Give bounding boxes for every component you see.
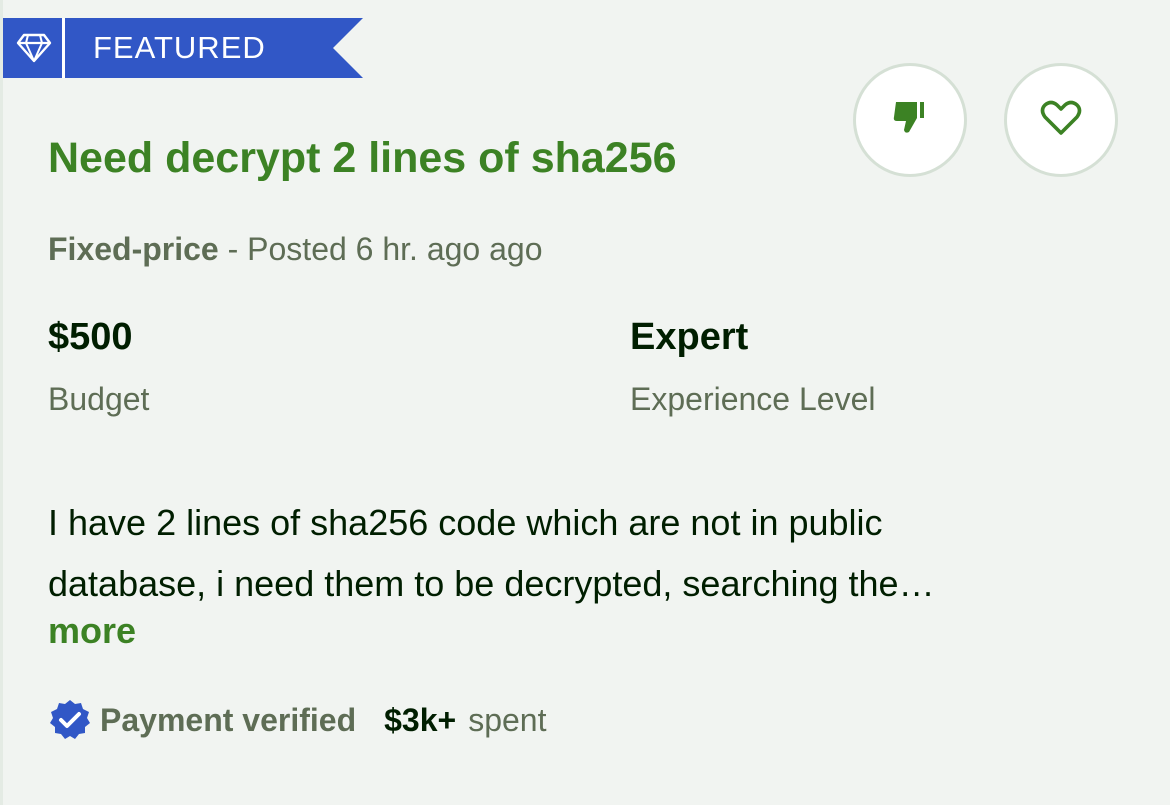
budget-value: $500 [48, 316, 133, 358]
payment-verified-label: Payment verified [100, 701, 357, 738]
verified-badge-icon [48, 698, 92, 742]
job-meta: Fixed-price - Posted 6 hr. ago ago [48, 228, 543, 270]
save-job-button[interactable] [1004, 63, 1118, 177]
featured-label: FEATURED [93, 30, 266, 65]
featured-ribbon: FEATURED [3, 18, 363, 78]
job-card[interactable]: FEATURED Need decrypt 2 lines of sha256 … [0, 0, 1170, 805]
card-left-edge [0, 0, 3, 805]
meta-separator: - [218, 231, 248, 267]
experience-label: Experience Level [630, 381, 876, 417]
job-type: Fixed-price [48, 231, 219, 267]
client-spent-amount: $3k+ [384, 701, 457, 738]
client-spent-label: spent [468, 701, 547, 738]
job-title-link[interactable]: Need decrypt 2 lines of sha256 [48, 130, 677, 186]
heart-icon [1039, 96, 1083, 145]
description-line: I have 2 lines of sha256 code which are … [48, 502, 883, 543]
dislike-button[interactable] [853, 63, 967, 177]
client-info: Payment verified $3k+ spent [48, 696, 546, 744]
job-description: I have 2 lines of sha256 code which are … [48, 492, 1108, 614]
posted-time: Posted 6 hr. ago ago [247, 231, 543, 267]
more-link[interactable]: more [48, 608, 136, 654]
thumbs-down-icon [888, 96, 932, 145]
budget-label: Budget [48, 381, 150, 417]
experience-value: Expert [630, 316, 749, 358]
diamond-icon [15, 30, 53, 66]
description-line: database, i need them to be decrypted, s… [48, 563, 935, 604]
